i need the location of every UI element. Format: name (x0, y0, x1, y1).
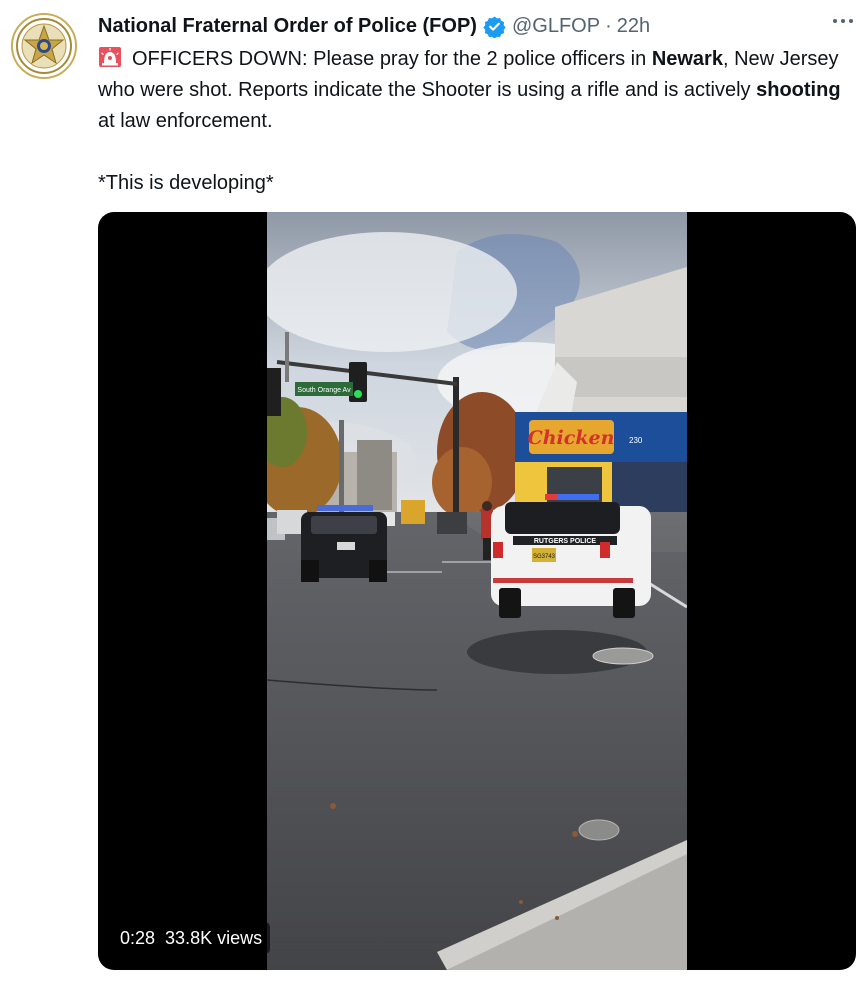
tweet-text: OFFICERS DOWN: Please pray for the 2 pol… (98, 44, 858, 199)
author-name[interactable]: National Fraternal Order of Police (FOP) (98, 15, 477, 38)
more-options-button[interactable] (830, 8, 856, 34)
avatar[interactable] (11, 13, 77, 79)
street-sign-text: South Orange Av (297, 387, 351, 394)
fop-star-seal-icon (16, 18, 72, 74)
shop-sign-text: Chicken (528, 427, 615, 449)
separator-dot: · (605, 14, 612, 37)
car-label-text: RUTGERS POLICE (534, 538, 597, 545)
text-developing: *This is developing* (98, 172, 274, 194)
police-siren-emoji-icon (98, 46, 122, 68)
plate-text: SG3743 (533, 554, 556, 560)
text-suffix: at law enforcement. (98, 110, 273, 132)
text-bold-shooting[interactable]: shooting (756, 79, 840, 101)
author-handle[interactable]: @GLFOP (512, 15, 600, 38)
video-frame[interactable]: Chicken 230 South Orange Av RUTGERS POLI… (267, 212, 687, 970)
video-stats-overlay: 0:28 33.8K views (112, 922, 271, 954)
text-prefix: OFFICERS DOWN: Please pray for the 2 pol… (132, 48, 652, 70)
text-bold-newark[interactable]: Newark (652, 48, 723, 70)
video-views: 33.8K views (165, 927, 263, 948)
video-duration: 0:28 (120, 927, 156, 948)
tweet-header: National Fraternal Order of Police (FOP)… (98, 12, 854, 40)
tweet-time[interactable]: 22h (617, 15, 650, 38)
shop-number-text: 230 (629, 436, 643, 445)
video-player[interactable]: Chicken 230 South Orange Av RUTGERS POLI… (98, 212, 856, 970)
tweet-paragraph: OFFICERS DOWN: Please pray for the 2 pol… (98, 44, 858, 137)
more-options-icon (833, 19, 853, 23)
verified-badge-icon (483, 15, 506, 39)
